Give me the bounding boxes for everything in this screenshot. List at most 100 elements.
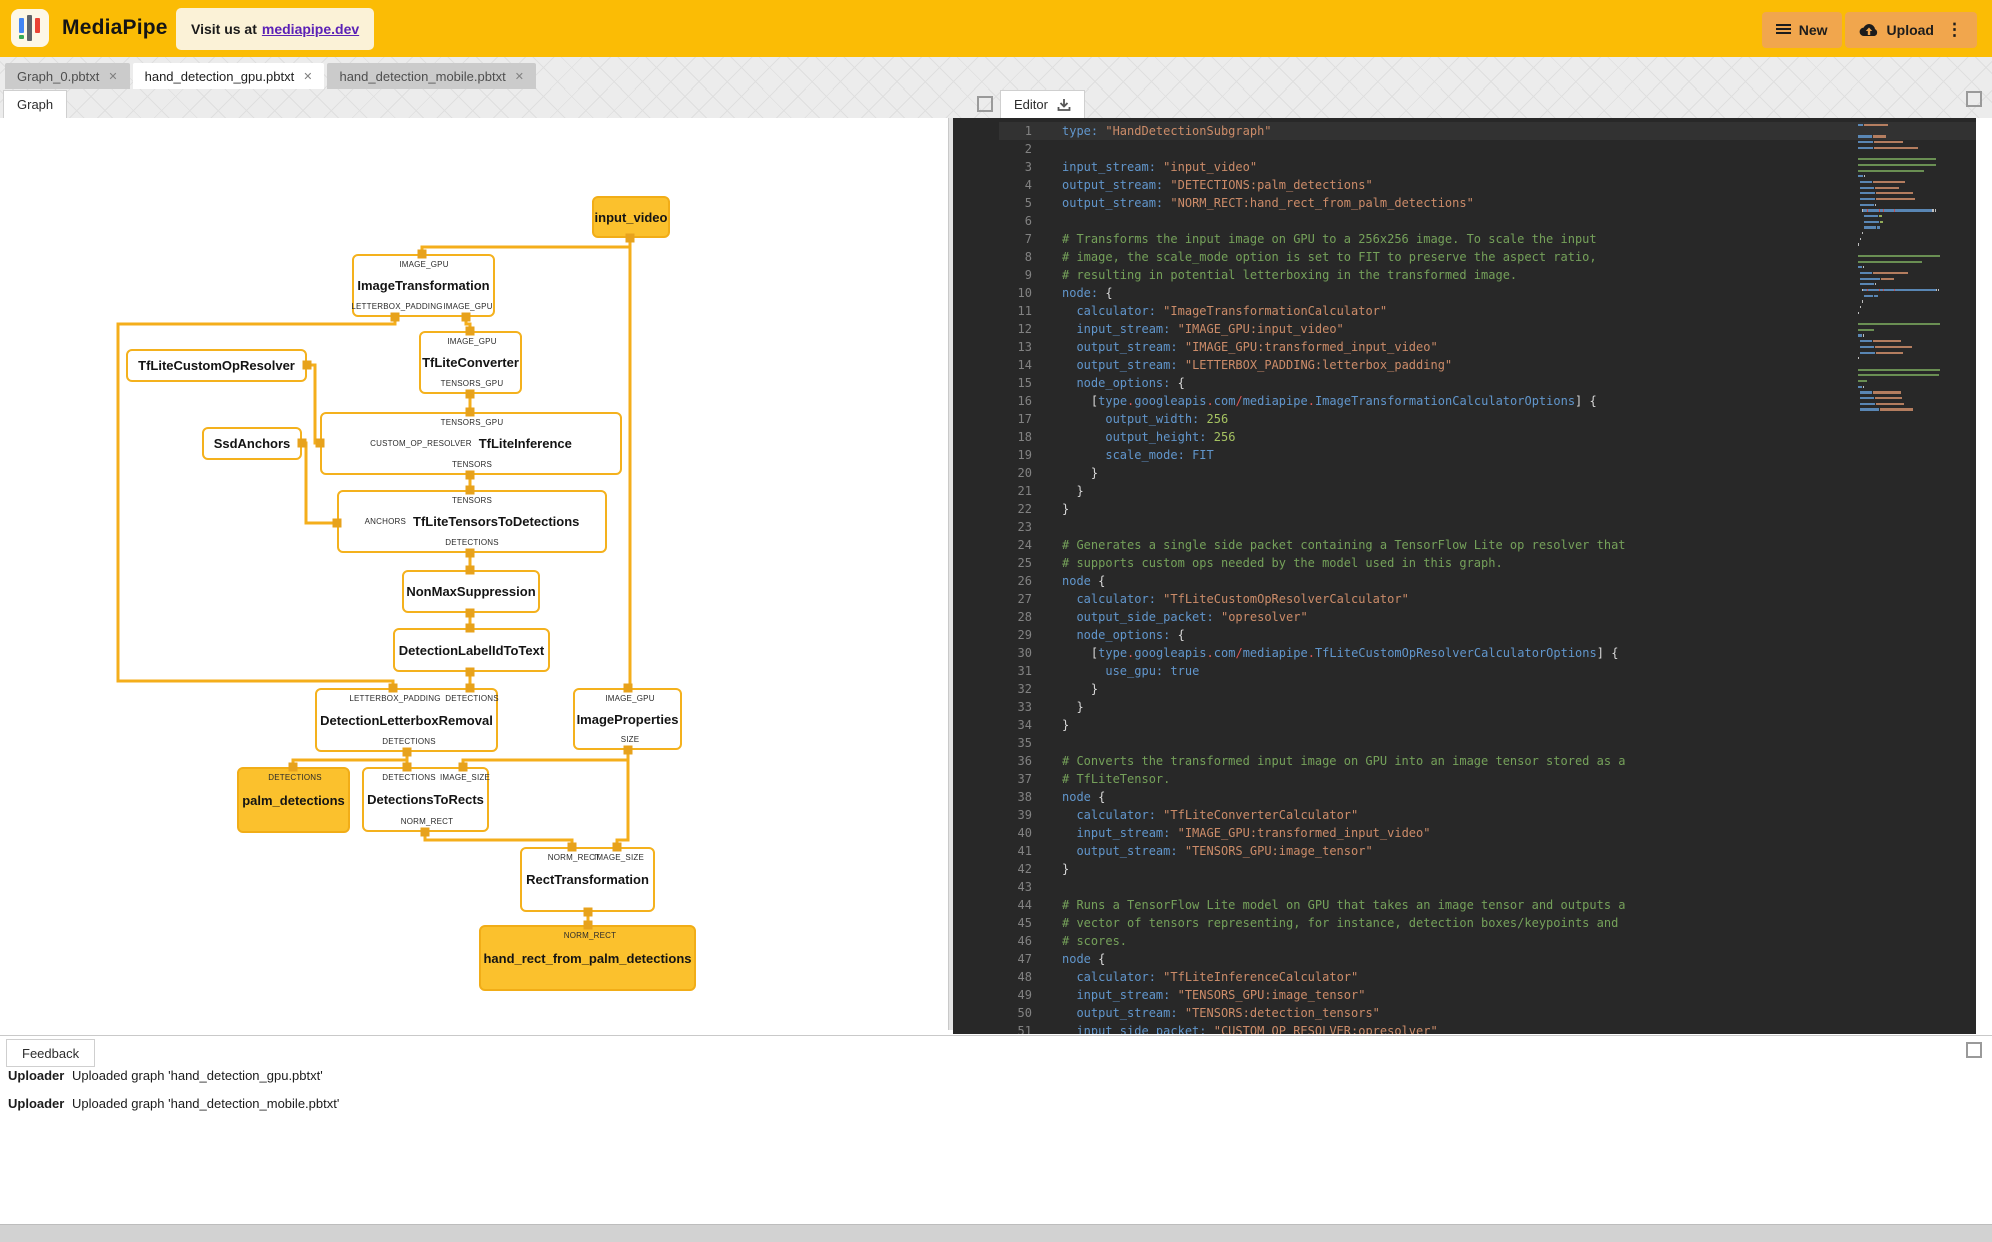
line-number: 20 xyxy=(1017,466,1032,480)
tab-graph[interactable]: Graph xyxy=(3,90,68,118)
port-label: IMAGE_SIZE xyxy=(439,773,491,782)
line-number: 24 xyxy=(1017,538,1032,552)
feedback-pane-maximize-icon[interactable] xyxy=(1966,1042,1982,1058)
line-number: 32 xyxy=(1017,682,1032,696)
line-number: 26 xyxy=(1017,574,1032,588)
line-number: 38 xyxy=(1017,790,1032,804)
node-title: DetectionLetterboxRemoval xyxy=(320,712,493,728)
port-label: SIZE xyxy=(620,735,640,744)
pane-tab-row: Graph Editor xyxy=(0,89,1992,118)
line-number: 8 xyxy=(1024,250,1032,264)
editor-tab-label: Editor xyxy=(1014,97,1048,112)
port-label: NORM_RECT xyxy=(547,853,601,862)
file-tab-2[interactable]: hand_detection_mobile.pbtxt ✕ xyxy=(327,63,536,89)
graph-node-DetectionLabelIdToText[interactable]: DetectionLabelIdToText xyxy=(393,628,550,672)
port-label: DETECTIONS xyxy=(445,538,499,547)
download-icon[interactable] xyxy=(1057,98,1071,112)
graph-pane-maximize-icon[interactable] xyxy=(977,96,993,112)
line-number: 49 xyxy=(1017,988,1032,1002)
code-line-26: 26 node { xyxy=(953,572,1976,590)
editor-pane-maximize-icon[interactable] xyxy=(1966,91,1982,107)
port-label: TENSORS xyxy=(451,496,493,505)
file-tab-1[interactable]: hand_detection_gpu.pbtxt ✕ xyxy=(132,63,325,89)
node-title: DetectionLabelIdToText xyxy=(398,642,545,658)
graph-node-TfLiteConverter[interactable]: IMAGE_GPU TfLiteConverter TENSORS_GPU xyxy=(419,331,522,394)
file-tab-label: Graph_0.pbtxt xyxy=(17,68,100,84)
feedback-row-message: Uploaded graph 'hand_detection_mobile.pb… xyxy=(72,1096,340,1111)
file-tab-0[interactable]: Graph_0.pbtxt ✕ xyxy=(5,63,130,89)
node-title: TfLiteTensorsToDetections xyxy=(413,514,580,529)
code-line-47: 47 node { xyxy=(953,950,1976,968)
graph-node-TfLiteCustomOpResolver[interactable]: TfLiteCustomOpResolver xyxy=(126,349,307,382)
code-line-32: 32 } xyxy=(953,680,1976,698)
mediapipe-logo-icon xyxy=(11,9,49,47)
line-number: 18 xyxy=(1017,430,1032,444)
graph-canvas[interactable]: input_video IMAGE_GPU ImageTransformation L… xyxy=(0,118,949,1030)
line-number: 48 xyxy=(1017,970,1032,984)
graph-node-TfLiteTensorsToDetections[interactable]: TENSORS ANCHORS TfLiteTensorsToDetections D… xyxy=(337,490,607,553)
line-number: 12 xyxy=(1017,322,1032,336)
port-label: TENSORS xyxy=(451,460,493,469)
graph-node-ImageProperties[interactable]: IMAGE_GPU ImageProperties SIZE xyxy=(573,688,682,750)
graph-node-SsdAnchors[interactable]: SsdAnchors xyxy=(202,427,302,460)
new-button-label: New xyxy=(1798,22,1828,38)
visit-pill: Visit us at mediapipe.dev xyxy=(176,8,375,50)
editor-minimap[interactable] xyxy=(1858,124,1973,414)
line-number: 44 xyxy=(1017,898,1032,912)
tab-feedback[interactable]: Feedback xyxy=(6,1039,96,1067)
line-number: 33 xyxy=(1017,700,1032,714)
mediapipe-dev-link[interactable]: mediapipe.dev xyxy=(262,21,359,37)
app-header: MediaPipe Visit us at mediapipe.dev New … xyxy=(0,0,1992,57)
graph-node-DetectionsToRects[interactable]: DETECTIONS IMAGE_SIZE DetectionsToRects NOR… xyxy=(362,767,491,832)
line-number: 40 xyxy=(1017,826,1032,840)
feedback-tab-label: Feedback xyxy=(22,1045,80,1061)
port-label: DETECTIONS xyxy=(382,773,436,782)
graph-node-DetectionLetterboxRemoval[interactable]: LETTERBOX_PADDING DETECTIONS DetectionLett… xyxy=(315,688,499,752)
port-label: IMAGE_SIZE xyxy=(593,853,645,862)
line-number: 15 xyxy=(1017,376,1032,390)
line-number: 19 xyxy=(1017,448,1032,462)
upload-menu-kebab-icon[interactable]: ⋮ xyxy=(1946,20,1963,40)
node-title: SsdAnchors xyxy=(213,436,291,451)
code-editor[interactable]: 1 type: "HandDetectionSubgraph" 2 3 input_st… xyxy=(953,118,1976,1034)
port-label: NORM_RECT xyxy=(563,931,617,940)
graph-node-RectTransformation[interactable]: NORM_RECT IMAGE_SIZE RectTransformation xyxy=(520,847,655,912)
graph-node-input_video[interactable]: input_video xyxy=(592,196,670,238)
port-label: TENSORS_GPU xyxy=(440,379,504,388)
code-line-40: 40 input_stream: "IMAGE_GPU:transformed_… xyxy=(953,824,1976,842)
graph-node-NonMaxSuppression[interactable]: NonMaxSuppression xyxy=(402,570,540,613)
graph-node-hand_rect_from_palm_detections[interactable]: NORM_RECT hand_rect_from_palm_detections xyxy=(479,925,696,991)
line-number: 27 xyxy=(1017,592,1032,606)
close-tab-icon[interactable]: ✕ xyxy=(515,70,524,83)
upload-button[interactable]: Upload ⋮ xyxy=(1844,12,1977,48)
close-tab-icon[interactable]: ✕ xyxy=(303,70,312,83)
horizontal-scrollbar-track[interactable] xyxy=(0,1224,1992,1242)
feedback-panel: Feedback Uploader Uploaded graph 'hand_de… xyxy=(0,1035,1992,1225)
code-line-7: 7 # Transforms the input image on GPU to … xyxy=(953,230,1976,248)
line-number: 17 xyxy=(1017,412,1032,426)
line-number: 39 xyxy=(1017,808,1032,822)
tab-editor[interactable]: Editor xyxy=(1000,90,1085,118)
code-line-30: 30 [type.googleapis.com/mediapipe.TfLite… xyxy=(953,644,1976,662)
code-line-25: 25 # supports custom ops needed by the mo… xyxy=(953,554,1976,572)
graph-node-TfLiteInference[interactable]: TENSORS_GPU CUSTOM_OP_RESOLVER TfLiteInfer… xyxy=(320,412,622,475)
code-line-41: 41 output_stream: "TENSORS_GPU:image_ten… xyxy=(953,842,1976,860)
code-line-42: 42} xyxy=(953,860,1976,878)
code-line-45: 45 # vector of tensors representing, for … xyxy=(953,914,1976,932)
port-label: IMAGE_GPU xyxy=(447,337,497,346)
line-number: 51 xyxy=(1017,1024,1032,1034)
code-line-12: 12 input_stream: "IMAGE_GPU:input_video" xyxy=(953,320,1976,338)
new-button[interactable]: New xyxy=(1761,12,1842,48)
graph-node-ImageTransformation[interactable]: IMAGE_GPU ImageTransformation LETTERBOX_PA… xyxy=(351,254,495,317)
code-line-16: 16 [type.googleapis.com/mediapipe.ImageT… xyxy=(953,392,1976,410)
close-tab-icon[interactable]: ✕ xyxy=(108,70,117,83)
code-line-11: 11 calculator: "ImageTransformationCalcu… xyxy=(953,302,1976,320)
upload-button-label: Upload xyxy=(1886,22,1934,38)
graph-tab-label: Graph xyxy=(17,97,54,112)
line-number: 37 xyxy=(1017,772,1032,786)
line-number: 2 xyxy=(1024,142,1032,156)
code-line-39: 39 calculator: "TfLiteConverterCalculato… xyxy=(953,806,1976,824)
graph-node-palm_detections[interactable]: DETECTIONS palm_detections xyxy=(237,767,350,833)
code-line-6: 6 xyxy=(953,212,1976,230)
line-number: 3 xyxy=(1024,160,1032,174)
